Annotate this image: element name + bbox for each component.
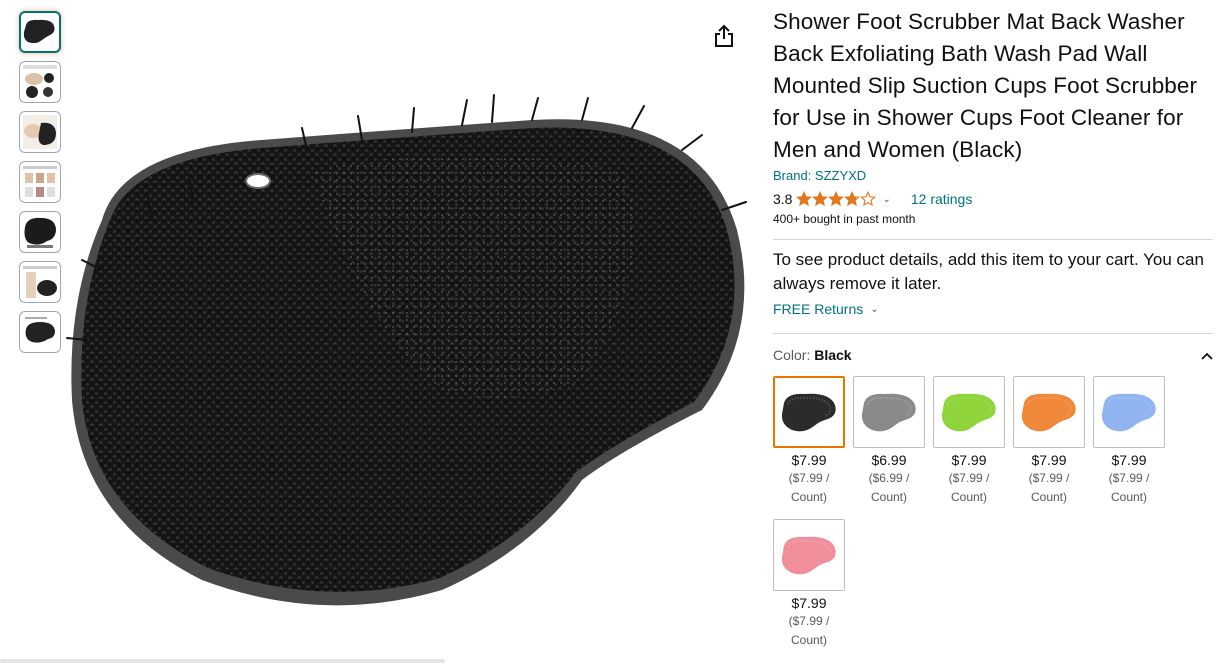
color-swatch-pink[interactable]: $7.99 ($7.99 / Count) xyxy=(773,519,845,650)
color-swatch-green[interactable]: $7.99 ($7.99 / Count) xyxy=(933,376,1005,507)
brand-link[interactable]: Brand: SZZYXD xyxy=(773,167,866,185)
swatch-unit-label: Count) xyxy=(950,490,988,504)
mat-orange-icon xyxy=(1021,393,1076,432)
mat-black-icon xyxy=(781,393,836,432)
swatch-unit-label: Count) xyxy=(790,490,828,504)
free-returns-link[interactable]: FREE Returns ⌄ xyxy=(773,299,1213,319)
swatch-image[interactable] xyxy=(1093,376,1165,448)
swatch-unit-label: Count) xyxy=(790,633,828,647)
color-swatch-orange[interactable]: $7.99 ($7.99 / Count) xyxy=(1013,376,1085,507)
swatch-unit-price: ($7.99 / xyxy=(788,471,830,485)
swatch-price: $6.99 xyxy=(871,452,907,468)
swatch-price: $7.99 xyxy=(1031,452,1067,468)
swatch-unit-price: ($7.99 / xyxy=(1028,471,1070,485)
star-icon xyxy=(844,191,861,207)
mat-suction-icon xyxy=(24,217,56,248)
star-icon xyxy=(828,191,845,207)
chevron-up-icon[interactable] xyxy=(1201,347,1213,363)
horizontal-scrollbar[interactable] xyxy=(0,659,445,663)
thumbnail-7[interactable] xyxy=(19,311,61,353)
swatch-unit-price: ($7.99 / xyxy=(788,614,830,628)
thumbnail-3[interactable] xyxy=(19,111,61,153)
mat-size-icon xyxy=(25,317,55,343)
mat-gray-icon xyxy=(861,393,916,432)
thumbnail-6[interactable] xyxy=(19,261,61,303)
thumbnail-1[interactable] xyxy=(19,11,61,53)
star-icon xyxy=(860,191,877,207)
product-title: Shower Foot Scrubber Mat Back Washer Bac… xyxy=(773,9,1198,162)
usage-infographic-icon xyxy=(23,65,57,98)
swatch-price: $7.99 xyxy=(791,452,827,468)
divider xyxy=(773,239,1213,240)
product-detail-panel: Shower Foot Scrubber Mat Back Washer Bac… xyxy=(773,6,1213,662)
swatch-image[interactable] xyxy=(773,376,845,448)
color-label-prefix: Color: xyxy=(773,347,815,363)
ratings-count-link[interactable]: 12 ratings xyxy=(911,191,972,207)
color-swatches: $7.99 ($7.99 / Count) $6.99 ($6.99 / Cou… xyxy=(773,376,1193,662)
color-swatch-blue[interactable]: $7.99 ($7.99 / Count) xyxy=(1093,376,1165,507)
star-icon xyxy=(796,191,813,207)
free-returns-label[interactable]: FREE Returns xyxy=(773,301,863,317)
thumbnail-4[interactable] xyxy=(19,161,61,203)
divider xyxy=(773,333,1213,334)
chevron-down-icon[interactable]: ⌄ xyxy=(870,304,878,315)
steps-infographic-icon xyxy=(23,166,57,197)
swatch-unit-price: ($6.99 / xyxy=(868,471,910,485)
share-icon[interactable] xyxy=(713,24,735,48)
chevron-down-icon[interactable]: ⌄ xyxy=(882,194,890,205)
color-swatch-gray[interactable]: $6.99 ($6.99 / Count) xyxy=(853,376,925,507)
star-icon xyxy=(812,191,829,207)
rating-value: 3.8 xyxy=(773,191,793,207)
mat-blue-icon xyxy=(1101,393,1156,432)
selected-color: Black xyxy=(814,347,852,363)
mat-black-icon xyxy=(23,19,55,44)
thumbnail-5[interactable] xyxy=(19,211,61,253)
foot-scrub-photo-icon xyxy=(23,115,57,149)
swatch-price: $7.99 xyxy=(1111,452,1147,468)
star-rating[interactable] xyxy=(796,191,877,207)
massage-infographic-icon xyxy=(23,266,57,298)
swatch-image[interactable] xyxy=(1013,376,1085,448)
shower-mat-image xyxy=(66,94,747,606)
thumbnail-2[interactable] xyxy=(19,61,61,103)
color-selector-header: Color: Black xyxy=(773,347,1213,363)
color-swatch-black[interactable]: $7.99 ($7.99 / Count) xyxy=(773,376,845,507)
swatch-image[interactable] xyxy=(933,376,1005,448)
swatch-unit-price: ($7.99 / xyxy=(948,471,990,485)
mat-pink-icon xyxy=(781,536,836,575)
swatch-price: $7.99 xyxy=(951,452,987,468)
swatch-image[interactable] xyxy=(773,519,845,591)
bought-in-past-month: 400+ bought in past month xyxy=(773,212,916,226)
swatch-image[interactable] xyxy=(853,376,925,448)
swatch-price: $7.99 xyxy=(791,595,827,611)
color-label: Color: Black xyxy=(773,347,852,363)
swatch-unit-label: Count) xyxy=(870,490,908,504)
swatch-unit-label: Count) xyxy=(1110,490,1148,504)
rating-row: 3.8 ⌄ 12 ratings xyxy=(773,189,1213,209)
product-details-message: To see product details, add this item to… xyxy=(773,250,1204,293)
mat-green-icon xyxy=(941,393,996,432)
swatch-unit-label: Count) xyxy=(1030,490,1068,504)
swatch-unit-price: ($7.99 / xyxy=(1108,471,1150,485)
thumbnail-list xyxy=(19,11,61,361)
main-product-image[interactable] xyxy=(62,80,762,625)
